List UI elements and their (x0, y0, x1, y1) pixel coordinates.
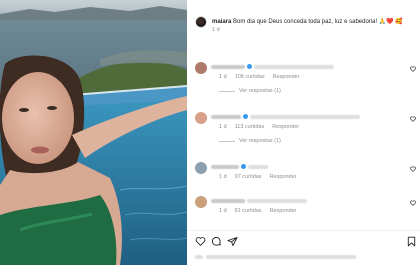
view-replies-label[interactable]: Ver respostas (1) (239, 88, 281, 94)
comment-likes[interactable]: 113 curtidas (235, 124, 265, 130)
replies-divider (219, 140, 235, 142)
likes-summary-text (206, 255, 356, 259)
commenter-name[interactable] (211, 198, 245, 203)
heart-icon[interactable] (410, 116, 416, 122)
post-photo (0, 0, 187, 265)
reply-button[interactable]: Responder (270, 208, 297, 214)
caption-emoji: 🙏❤️ (378, 19, 394, 25)
comment-meta: 1 d 108 curtidas Responder (219, 74, 300, 80)
comment-body (247, 198, 307, 203)
caption-emoji-tail: 🥰 (395, 19, 403, 25)
comment-age: 1 d (219, 208, 227, 214)
comment-body (250, 114, 360, 119)
comment-text-blurred (211, 164, 268, 169)
comment-likes[interactable]: 81 curtidas (235, 208, 262, 214)
avatar[interactable] (195, 196, 207, 208)
divider (187, 230, 420, 231)
avatar[interactable] (195, 62, 207, 74)
avatar[interactable] (195, 112, 207, 124)
comment-text-blurred (211, 198, 307, 203)
avatar[interactable] (195, 162, 207, 174)
comment-age: 1 d (219, 124, 227, 130)
share-icon[interactable] (227, 236, 238, 247)
comment-age: 1 d (219, 74, 227, 80)
caption-text: maiara Bom dia que Deus conceda toda paz… (212, 18, 417, 34)
comment-icon[interactable] (211, 236, 222, 247)
replies-divider (219, 90, 235, 92)
comment-body (248, 164, 268, 169)
heart-icon[interactable] (195, 236, 206, 247)
reply-button[interactable]: Responder (273, 74, 300, 80)
view-replies[interactable]: Ver respostas (1) (219, 88, 281, 94)
comment-text-blurred (211, 64, 334, 69)
reply-button[interactable]: Responder (272, 124, 299, 130)
view-replies-label[interactable]: Ver respostas (1) (239, 138, 281, 144)
avatar[interactable] (195, 16, 207, 28)
comment-text-blurred (211, 114, 360, 119)
comment-meta: 1 d 97 curtidas Responder (219, 174, 296, 180)
post-username[interactable]: maiara (212, 19, 231, 25)
heart-icon[interactable] (410, 166, 416, 172)
post-age: 1 d (212, 27, 220, 33)
liker-avatar (195, 255, 203, 259)
comment-meta: 1 d 113 curtidas Responder (219, 124, 299, 130)
caption-body: Bom dia que Deus conceda toda paz, luz e… (233, 19, 379, 25)
comment-likes[interactable]: 108 curtidas (235, 74, 265, 80)
comment-meta: 1 d 81 curtidas Responder (219, 208, 296, 214)
heart-icon[interactable] (410, 200, 416, 206)
action-bar (195, 236, 417, 248)
commenter-name[interactable] (211, 164, 239, 169)
view-replies[interactable]: Ver respostas (1) (219, 138, 281, 144)
verified-icon (247, 64, 252, 69)
comments-panel: maiara Bom dia que Deus conceda toda paz… (187, 0, 420, 265)
comment-body (254, 64, 334, 69)
verified-icon (241, 164, 246, 169)
reply-button[interactable]: Responder (270, 174, 297, 180)
verified-icon (243, 114, 248, 119)
commenter-name[interactable] (211, 64, 245, 69)
heart-icon[interactable] (410, 66, 416, 72)
commenter-name[interactable] (211, 114, 241, 119)
likes-summary-blurred (195, 255, 356, 259)
bookmark-icon[interactable] (406, 236, 417, 247)
photo-scene (0, 0, 187, 265)
comment-likes[interactable]: 97 curtidas (235, 174, 262, 180)
comment-age: 1 d (219, 174, 227, 180)
